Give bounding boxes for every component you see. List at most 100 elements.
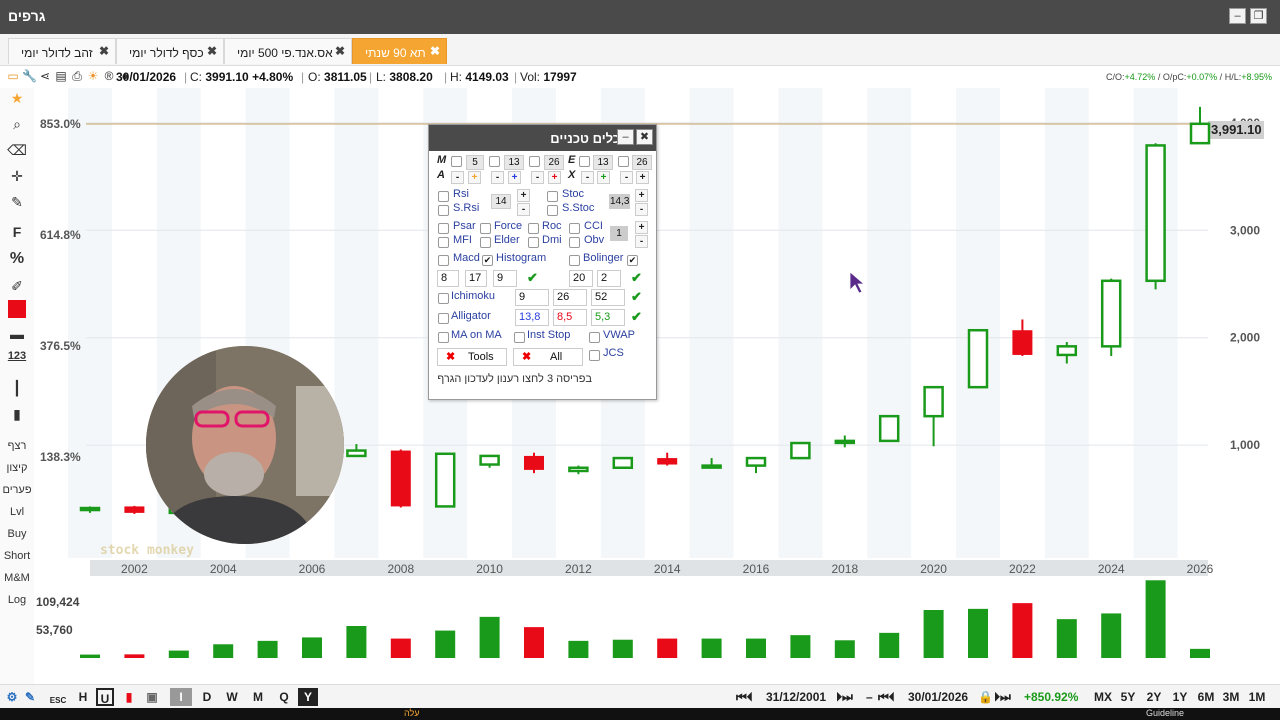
mm-button[interactable]: M&M — [0, 572, 34, 584]
period-weekly[interactable]: W — [222, 688, 242, 706]
search-icon[interactable]: ⌕ — [0, 116, 34, 133]
macd-fast[interactable]: 8 — [437, 270, 459, 287]
eraser-icon[interactable]: ⌫ — [0, 142, 34, 159]
roc-checkbox[interactable] — [528, 223, 539, 234]
ichimoku-tenkan[interactable]: 9 — [515, 289, 549, 306]
range-1m[interactable]: 1M — [1246, 688, 1268, 706]
ichimoku-kijun[interactable]: 26 — [553, 289, 587, 306]
wrench-icon[interactable]: 🔧 — [22, 69, 37, 83]
tab-ta90-yearly[interactable]: תא 90 שנתי ✖ — [352, 38, 447, 64]
range-3m[interactable]: 3M — [1220, 688, 1242, 706]
end-last-button[interactable]: ⏵⏭ — [994, 690, 1011, 705]
ema1-value[interactable]: 13 — [593, 155, 613, 170]
bolinger-check[interactable]: ✔ — [627, 255, 638, 266]
sun-icon[interactable]: ☀ — [86, 69, 100, 83]
save-icon[interactable]: ▣ — [144, 688, 160, 706]
ema1-minus[interactable]: - — [581, 171, 594, 184]
tab-sp500-daily[interactable]: אס.אנד.פי 500 יומי ✖ — [224, 38, 352, 64]
period-monthly[interactable]: M — [248, 688, 268, 706]
range-2y[interactable]: 2Y — [1144, 688, 1164, 706]
period-quarterly[interactable]: Q — [274, 688, 294, 706]
alligator-checkbox[interactable] — [438, 313, 449, 324]
panel-close-button[interactable]: ✖ — [636, 129, 653, 145]
ma2-plus[interactable]: + — [508, 171, 521, 184]
macd-checkbox[interactable] — [438, 255, 449, 266]
range-5y[interactable]: 5Y — [1118, 688, 1138, 706]
short-button[interactable]: Short — [0, 550, 34, 562]
stoc-checkbox[interactable] — [547, 191, 558, 202]
numbers-button[interactable]: 123 — [0, 350, 34, 362]
period-intraday[interactable]: I — [170, 688, 192, 706]
crosshair-icon[interactable]: ✛ — [0, 168, 34, 185]
obv-checkbox[interactable] — [569, 237, 580, 248]
force-checkbox[interactable] — [480, 223, 491, 234]
folder-icon[interactable]: ▭ — [6, 69, 20, 83]
ma2-minus[interactable]: - — [491, 171, 504, 184]
ma3-checkbox[interactable] — [529, 156, 540, 167]
range-1y[interactable]: 1Y — [1170, 688, 1190, 706]
tab-close-icon[interactable]: ✖ — [99, 44, 109, 58]
ema2-minus[interactable]: - — [620, 171, 633, 184]
srsi-checkbox[interactable] — [438, 205, 449, 216]
print-icon[interactable]: ⎙ — [70, 69, 84, 83]
brush-icon[interactable]: ✎ — [22, 688, 38, 706]
sstoc-checkbox[interactable] — [547, 205, 558, 216]
all-reset-button[interactable]: ✖ All — [513, 348, 583, 366]
bolinger-apply-icon[interactable]: ✔ — [631, 270, 642, 286]
ma3-minus[interactable]: - — [531, 171, 544, 184]
ma2-value[interactable]: 13 — [504, 155, 524, 170]
alligator-apply-icon[interactable]: ✔ — [631, 309, 642, 325]
edit-icon[interactable]: ✐ — [0, 278, 34, 295]
ma3-plus[interactable]: + — [548, 171, 561, 184]
buy-button[interactable]: Buy — [0, 528, 34, 540]
minimize-button[interactable]: – — [1229, 8, 1246, 24]
bolinger-period[interactable]: 20 — [569, 270, 593, 287]
ma-on-ma-checkbox[interactable] — [438, 332, 449, 343]
end-prev-button[interactable]: ⏮⏴ — [878, 690, 895, 705]
period-yearly[interactable]: Y — [298, 688, 318, 706]
osc-plus[interactable]: + — [635, 221, 648, 234]
ema1-checkbox[interactable] — [579, 156, 590, 167]
rsi-plus[interactable]: + — [517, 189, 530, 202]
inst-stop-checkbox[interactable] — [514, 332, 525, 343]
ichimoku-apply-icon[interactable]: ✔ — [631, 289, 642, 305]
pearim-button[interactable]: פערים — [0, 484, 34, 496]
alligator-lips[interactable]: 5,3 — [591, 309, 625, 326]
rezef-button[interactable]: רצף — [0, 440, 34, 452]
range-max[interactable]: MX — [1092, 688, 1114, 706]
period-daily[interactable]: D — [198, 688, 216, 706]
start-date[interactable]: 31/12/2001 — [766, 690, 826, 704]
stoc-plus[interactable]: + — [635, 189, 648, 202]
end-date[interactable]: 30/01/2026 — [908, 690, 968, 704]
lvl-button[interactable]: Lvl — [0, 506, 34, 518]
u-button[interactable]: U — [96, 688, 114, 706]
ma1-checkbox[interactable] — [451, 156, 462, 167]
ma1-plus[interactable]: + — [468, 171, 481, 184]
macd-signal[interactable]: 9 — [493, 270, 517, 287]
start-first-button[interactable]: ⏮⏴ — [736, 690, 753, 705]
bolinger-dev[interactable]: 2 — [597, 270, 621, 287]
star-icon[interactable]: ★ — [0, 90, 34, 107]
lock-icon[interactable]: 🔒 — [978, 690, 993, 704]
range-6m[interactable]: 6M — [1196, 688, 1216, 706]
cci-checkbox[interactable] — [569, 223, 580, 234]
ema2-checkbox[interactable] — [618, 156, 629, 167]
color-candles-icon[interactable]: ▮ — [120, 688, 138, 706]
line-width-icon[interactable]: ▬ — [0, 326, 34, 342]
pencil-icon[interactable]: ✎ — [0, 194, 34, 211]
osc-period[interactable]: 1 — [610, 226, 628, 241]
escape-button[interactable]: ESC — [48, 688, 68, 706]
mfi-checkbox[interactable] — [438, 237, 449, 248]
ma2-checkbox[interactable] — [489, 156, 500, 167]
ema1-plus[interactable]: + — [597, 171, 610, 184]
alligator-jaw[interactable]: 13,8 — [515, 309, 549, 326]
vwap-checkbox[interactable] — [589, 332, 600, 343]
tools-reset-button[interactable]: ✖ Tools — [437, 348, 507, 366]
ema2-value[interactable]: 26 — [632, 155, 652, 170]
ema2-plus[interactable]: + — [636, 171, 649, 184]
fibonacci-button[interactable]: F — [0, 224, 34, 240]
rsi-period[interactable]: 14 — [491, 194, 511, 209]
macd-slow[interactable]: 17 — [465, 270, 487, 287]
registered-icon[interactable]: ® — [102, 69, 116, 83]
ma3-value[interactable]: 26 — [544, 155, 564, 170]
